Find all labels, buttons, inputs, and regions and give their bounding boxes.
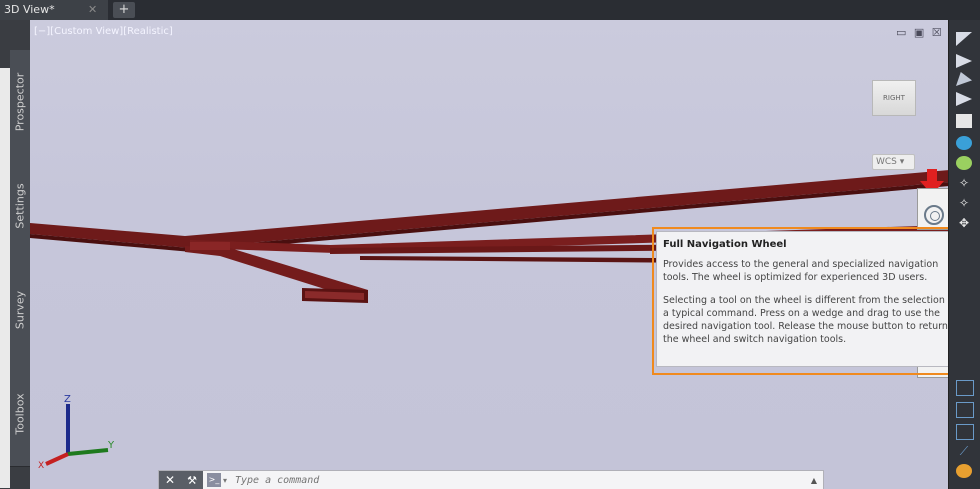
tooltip-paragraph-2: Selecting a tool on the wheel is differe…	[663, 295, 948, 345]
wcs-menu[interactable]: WCS ▾	[872, 154, 915, 170]
tab-toolbox[interactable]: Toolbox	[10, 362, 30, 467]
command-line: ✕ ⚒ >_ ▾ ▲	[158, 470, 824, 489]
full-navigation-wheel-button[interactable]	[917, 188, 948, 230]
tab-label: 3D View*	[4, 3, 55, 16]
tab-3d-view[interactable]: 3D View* ✕	[0, 0, 108, 20]
customize-wrench-icon[interactable]: ⚒	[181, 471, 203, 489]
ucs-icon: Z Y X	[38, 394, 115, 470]
tooltip-title: Full Navigation Wheel	[663, 239, 787, 250]
grid-icon[interactable]	[956, 380, 974, 396]
tab-settings[interactable]: Settings	[10, 154, 30, 259]
select-icon[interactable]	[956, 54, 972, 68]
ucs-x-label: X	[38, 461, 44, 470]
command-history-up-icon[interactable]: ▲	[811, 471, 817, 489]
toolspace-panel: Prospector Settings Survey Toolbox	[0, 20, 30, 489]
star-icon[interactable]: ✧	[956, 176, 972, 190]
view-arrow-icon[interactable]	[956, 32, 972, 46]
tooltip: Full Navigation Wheel Provides access to…	[656, 231, 948, 367]
command-prompt-icon[interactable]: >_	[207, 473, 221, 487]
tooltip-paragraph-1: Provides access to the general and speci…	[663, 259, 939, 283]
render-icon[interactable]	[956, 464, 972, 478]
close-command-line-icon[interactable]: ✕	[159, 471, 181, 489]
document-tab-bar: 3D View* ✕ +	[0, 0, 980, 20]
tab-settings-label: Settings	[13, 183, 27, 229]
ucs-y-label: Y	[107, 440, 115, 451]
orbit-icon[interactable]	[956, 156, 972, 170]
ucs-z-label: Z	[64, 394, 71, 405]
toolspace-content	[0, 68, 10, 488]
viewcube[interactable]: RIGHT	[872, 80, 916, 116]
wcs-label: WCS	[876, 157, 897, 167]
close-tab-icon[interactable]: ✕	[88, 0, 97, 20]
viewport-controls-label[interactable]: [−][Custom View][Realistic]	[34, 26, 173, 37]
tab-survey-label: Survey	[13, 290, 27, 330]
tab-prospector-label: Prospector	[13, 72, 27, 132]
recent-commands-dropdown-icon[interactable]: ▾	[223, 471, 227, 489]
command-input[interactable]	[235, 472, 795, 488]
globe-icon[interactable]	[956, 136, 972, 150]
viewcube-face-label: RIGHT	[883, 94, 905, 102]
navigation-toolbar: ✧ ✧ ✥ ⟋	[948, 20, 980, 489]
new-tab-button[interactable]: +	[113, 2, 135, 18]
layout-icon[interactable]	[956, 424, 974, 440]
viewport-window-controls[interactable]: ▭ ▣ ☒	[896, 26, 944, 39]
pick-icon[interactable]	[956, 72, 972, 86]
pan-icon[interactable]: ✥	[956, 216, 972, 230]
tab-prospector[interactable]: Prospector	[10, 50, 30, 155]
flag-icon[interactable]	[956, 92, 972, 106]
measure-icon[interactable]: ⟋	[956, 444, 972, 458]
grid-alt-icon[interactable]	[956, 402, 974, 418]
star-alt-icon[interactable]: ✧	[956, 196, 972, 210]
page-icon[interactable]	[956, 114, 972, 128]
navigation-wheel-icon	[924, 205, 944, 225]
drawing-viewport[interactable]: [−][Custom View][Realistic] ▭ ▣ ☒ RIGHT …	[30, 20, 948, 489]
tab-toolbox-label: Toolbox	[13, 393, 27, 435]
tooltip-highlight: Full Navigation Wheel Provides access to…	[652, 227, 948, 375]
tab-survey[interactable]: Survey	[10, 258, 30, 363]
